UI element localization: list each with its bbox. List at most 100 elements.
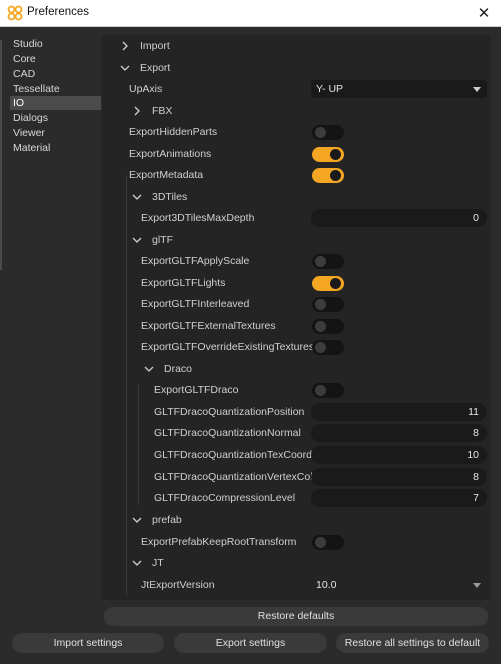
- upaxis-value: Y- UP: [316, 83, 344, 95]
- import-group-label: Import: [140, 40, 170, 52]
- chevron-down-icon[interactable]: [119, 62, 131, 74]
- toggle-knob: [315, 127, 326, 138]
- jt-group[interactable]: JT: [102, 553, 491, 574]
- toggle-knob: [330, 278, 341, 289]
- gltf-lights-toggle[interactable]: [312, 276, 344, 291]
- upaxis-row: UpAxis Y- UP: [102, 79, 491, 100]
- toggle-knob: [315, 321, 326, 332]
- draco-q-texcoord-input[interactable]: 10: [311, 446, 487, 464]
- draco-q-normal-input[interactable]: 8: [311, 424, 487, 442]
- draco-q-position-row: GLTFDracoQuantizationPosition 11: [102, 402, 491, 423]
- draco-q-position-label: GLTFDracoQuantizationPosition: [154, 406, 305, 418]
- import-settings-button[interactable]: Import settings: [12, 633, 164, 653]
- restore-defaults-button[interactable]: Restore defaults: [104, 607, 488, 626]
- toggle-knob: [315, 299, 326, 310]
- jt-version-row: JtExportVersion 10.0: [102, 575, 491, 596]
- gltf-apply-scale-row: ExportGLTFApplyScale: [102, 251, 491, 272]
- prefab-keep-root-toggle[interactable]: [312, 535, 344, 550]
- gltf-external-textures-row: ExportGLTFExternalTextures: [102, 316, 491, 337]
- draco-group[interactable]: Draco: [102, 359, 491, 380]
- gltf-interleaved-toggle[interactable]: [312, 297, 344, 312]
- draco-q-vertexcolor-input[interactable]: 8: [311, 468, 487, 486]
- toggle-knob: [315, 256, 326, 267]
- draco-compression-input[interactable]: 7: [311, 489, 487, 507]
- jt-group-label: JT: [152, 557, 164, 569]
- gltf-override-textures-row: ExportGLTFOverrideExistingTextures: [102, 337, 491, 358]
- chevron-down-icon[interactable]: [131, 557, 143, 569]
- gltf-lights-row: ExportGLTFLights: [102, 273, 491, 294]
- toggle-knob: [315, 385, 326, 396]
- upaxis-label: UpAxis: [129, 83, 163, 95]
- chevron-right-icon[interactable]: [119, 40, 131, 52]
- draco-q-normal-label: GLTFDracoQuantizationNormal: [154, 427, 301, 439]
- app-logo-icon: [7, 5, 23, 21]
- gltf-draco-label: ExportGLTFDraco: [154, 384, 239, 396]
- draco-q-position-input[interactable]: 11: [311, 403, 487, 421]
- sidebar-item-tessellate[interactable]: Tessellate: [10, 82, 101, 96]
- 3dtiles-max-depth-input[interactable]: 0: [311, 209, 487, 227]
- gltf-external-textures-label: ExportGLTFExternalTextures: [141, 320, 276, 332]
- 3dtiles-max-depth-label: Export3DTilesMaxDepth: [141, 212, 255, 224]
- export-metadata-label: ExportMetadata: [129, 169, 204, 181]
- draco-q-vertexcolor-label: GLTFDracoQuantizationVertexColor: [154, 471, 322, 483]
- prefab-group-label: prefab: [152, 514, 182, 526]
- sidebar-item-studio[interactable]: Studio: [10, 37, 101, 51]
- gltf-group[interactable]: glTF: [102, 230, 491, 251]
- gltf-interleaved-label: ExportGLTFInterleaved: [141, 298, 250, 310]
- 3dtiles-group[interactable]: 3DTiles: [102, 187, 491, 208]
- sidebar-item-dialogs[interactable]: Dialogs: [10, 111, 101, 125]
- draco-compression-value: 7: [473, 492, 479, 504]
- draco-q-normal-value: 8: [473, 427, 479, 439]
- dropdown-arrow-icon: [473, 583, 481, 588]
- import-group[interactable]: Import: [102, 36, 491, 57]
- export-metadata-toggle[interactable]: [312, 168, 344, 183]
- jt-version-value: 10.0: [316, 579, 337, 591]
- toggle-knob: [315, 537, 326, 548]
- export-hidden-parts-row: ExportHiddenParts: [102, 122, 491, 143]
- 3dtiles-max-depth-row: Export3DTilesMaxDepth 0: [102, 208, 491, 229]
- toggle-knob: [330, 149, 341, 160]
- 3dtiles-max-depth-value: 0: [473, 212, 479, 224]
- fbx-group-label: FBX: [152, 105, 173, 117]
- gltf-apply-scale-label: ExportGLTFApplyScale: [141, 255, 250, 267]
- jt-version-select[interactable]: 10.0: [311, 576, 487, 594]
- close-icon[interactable]: ✕: [467, 0, 501, 26]
- gltf-draco-toggle[interactable]: [312, 383, 344, 398]
- prefab-group[interactable]: prefab: [102, 510, 491, 531]
- chevron-down-icon[interactable]: [131, 234, 143, 246]
- title-bar: Preferences ✕: [0, 0, 501, 27]
- chevron-down-icon[interactable]: [143, 363, 155, 375]
- toggle-knob: [315, 342, 326, 353]
- sidebar-item-material[interactable]: Material: [10, 141, 101, 155]
- gltf-override-textures-toggle[interactable]: [312, 340, 344, 355]
- draco-q-vertexcolor-row: GLTFDracoQuantizationVertexColor 8: [102, 467, 491, 488]
- draco-q-position-value: 11: [468, 406, 479, 418]
- draco-q-texcoord-label: GLTFDracoQuantizationTexCoord: [154, 449, 312, 461]
- export-hidden-parts-toggle[interactable]: [312, 125, 344, 140]
- sidebar-item-io[interactable]: IO: [10, 96, 101, 110]
- export-animations-row: ExportAnimations: [102, 144, 491, 165]
- dropdown-arrow-icon: [473, 87, 481, 92]
- chevron-down-icon[interactable]: [131, 191, 143, 203]
- sidebar-item-viewer[interactable]: Viewer: [10, 126, 101, 140]
- export-metadata-row: ExportMetadata: [102, 165, 491, 186]
- gltf-interleaved-row: ExportGLTFInterleaved: [102, 294, 491, 315]
- chevron-right-icon[interactable]: [131, 105, 143, 117]
- export-settings-button[interactable]: Export settings: [174, 633, 327, 653]
- chevron-down-icon[interactable]: [131, 514, 143, 526]
- export-animations-toggle[interactable]: [312, 147, 344, 162]
- gltf-apply-scale-toggle[interactable]: [312, 254, 344, 269]
- restore-all-settings-button[interactable]: Restore all settings to default: [336, 633, 489, 653]
- upaxis-select[interactable]: Y- UP: [311, 80, 487, 98]
- sidebar-item-cad[interactable]: CAD: [10, 67, 101, 81]
- draco-compression-row: GLTFDracoCompressionLevel 7: [102, 488, 491, 509]
- draco-q-vertexcolor-value: 8: [473, 471, 479, 483]
- draco-compression-label: GLTFDracoCompressionLevel: [154, 492, 296, 504]
- fbx-group[interactable]: FBX: [102, 101, 491, 122]
- draco-q-normal-row: GLTFDracoQuantizationNormal 8: [102, 423, 491, 444]
- gltf-external-textures-toggle[interactable]: [312, 319, 344, 334]
- sidebar-scroll-strip: [0, 40, 2, 270]
- draco-q-texcoord-value: 10: [467, 449, 479, 461]
- sidebar-item-core[interactable]: Core: [10, 52, 101, 66]
- export-group[interactable]: Export: [102, 58, 491, 79]
